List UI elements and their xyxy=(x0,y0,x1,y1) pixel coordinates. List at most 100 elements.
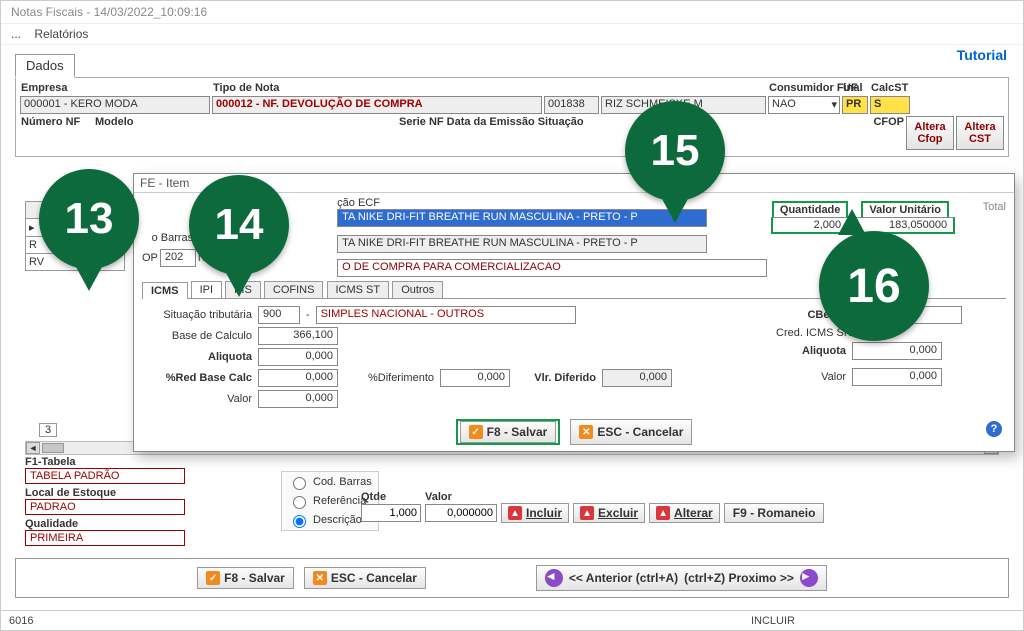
menu-relatorios[interactable]: Relatórios xyxy=(34,27,88,41)
altera-cst-button[interactable]: Altera CST xyxy=(956,116,1004,150)
plus-icon: ▲ xyxy=(508,506,522,520)
sit-code-input[interactable]: 900 xyxy=(258,306,300,324)
incluir-button[interactable]: ▲Incluir xyxy=(501,503,569,523)
romaneio-button[interactable]: F9 - Romaneio xyxy=(724,503,825,523)
base-input[interactable]: 366,100 xyxy=(258,327,338,345)
status-bar: 6016 INCLUIR xyxy=(1,610,1023,630)
menu-bar: ... Relatórios xyxy=(1,24,1023,45)
numnota-spacer xyxy=(544,82,599,96)
valor-input[interactable]: 0,000 xyxy=(258,390,338,408)
tab-row: Dados xyxy=(15,53,1023,77)
qualidade-value[interactable]: PRIMEIRA xyxy=(25,530,185,546)
popup-f8-salvar-button[interactable]: ✓ F8 - Salvar xyxy=(460,421,557,443)
chevron-down-icon: ▾ xyxy=(831,98,837,111)
local-label: Local de Estoque xyxy=(25,487,265,499)
natureza-input[interactable]: O DE COMPRA PARA COMERCIALIZACAO xyxy=(337,259,767,277)
total-label: Total xyxy=(959,201,1006,213)
calcst-label: CalcST xyxy=(870,82,910,96)
aliq2-label: Aliquota xyxy=(776,345,846,357)
cons-value: NAO xyxy=(772,98,796,110)
radio-referencia[interactable]: Referência xyxy=(288,493,372,509)
qtde-label: Qtde xyxy=(361,491,421,503)
dif-label: %Diferimento xyxy=(344,372,434,384)
f1-tabela-value[interactable]: TABELA PADRÃO xyxy=(25,468,185,484)
edit-icon: ▲ xyxy=(656,506,670,520)
valor2-input[interactable]: 0,000 xyxy=(852,368,942,386)
excluir-button[interactable]: ▲Excluir xyxy=(573,503,645,523)
valor2-label: Valor xyxy=(776,371,846,383)
valor-input-lower[interactable] xyxy=(425,504,497,522)
tutorial-link[interactable]: Tutorial xyxy=(957,47,1007,63)
aliq-label: Aliquota xyxy=(142,351,252,363)
numnf-label: Número NF xyxy=(20,116,92,130)
lower-labels: F1-Tabela TABELA PADRÃO Local de Estoque… xyxy=(25,456,265,549)
numnota-input[interactable]: 001838 xyxy=(544,96,599,114)
tipo-label: Tipo de Nota xyxy=(212,82,542,96)
f8-salvar-label: F8 - Salvar xyxy=(224,571,285,585)
qtde-input[interactable] xyxy=(361,504,421,522)
menu-dots[interactable]: ... xyxy=(11,27,21,41)
red-input[interactable]: 0,000 xyxy=(258,369,338,387)
scroll-thumb[interactable] xyxy=(42,443,64,453)
vlrdif-label: Vlr. Diferido xyxy=(516,372,596,384)
check-icon: ✓ xyxy=(206,571,220,585)
app-window: Notas Fiscais - 14/03/2022_10:09:16 ... … xyxy=(0,0,1024,631)
popup-esc-label: ESC - Cancelar xyxy=(597,425,683,439)
grid-row-num: 3 xyxy=(39,423,57,437)
tab-outros[interactable]: Outros xyxy=(392,281,443,298)
minus-icon: ▲ xyxy=(580,506,594,520)
valor-label: Valor xyxy=(142,393,252,405)
help-icon[interactable]: ? xyxy=(986,421,1002,437)
status-left: 6016 xyxy=(9,615,33,627)
empresa-input[interactable]: 000001 - KERO MODA xyxy=(20,96,210,114)
calcst-input[interactable]: S xyxy=(870,96,910,114)
aliq-input[interactable]: 0,000 xyxy=(258,348,338,366)
tab-dados[interactable]: Dados xyxy=(15,54,75,78)
nav-buttons: ◄ << Anterior (ctrl+A) (ctrl+Z) Proximo … xyxy=(536,565,827,591)
f8-salvar-button[interactable]: ✓ F8 - Salvar xyxy=(197,567,294,589)
marker-16: 16 xyxy=(819,231,929,341)
f1-tabela-label: F1-Tabela xyxy=(25,456,265,468)
sit-desc-input[interactable]: SIMPLES NACIONAL - OUTROS xyxy=(316,306,576,324)
tab-ipi[interactable]: IPI xyxy=(191,281,222,298)
tab-icmsst[interactable]: ICMS ST xyxy=(327,281,390,298)
modelo-label: Modelo xyxy=(94,116,194,130)
scroll-left-icon[interactable]: ◄ xyxy=(26,442,40,454)
popup-f8-label: F8 - Salvar xyxy=(487,425,548,439)
tipo-input[interactable]: 000012 - NF. DEVOLUÇÃO DE COMPRA xyxy=(212,96,542,114)
local-value[interactable]: PADRAO xyxy=(25,499,185,515)
check-icon: ✓ xyxy=(469,425,483,439)
cons-select[interactable]: NAO ▾ xyxy=(768,96,840,114)
marker-15: 15 xyxy=(625,101,725,201)
proximo-button[interactable]: (ctrl+Z) Proximo >> xyxy=(684,571,794,585)
cliente-spacer xyxy=(601,82,766,96)
product-select[interactable]: TA NIKE DRI-FIT BREATHE RUN MASCULINA - … xyxy=(337,209,707,227)
x-icon: ✕ xyxy=(313,571,327,585)
bottom-toolbar: ✓ F8 - Salvar ✕ ESC - Cancelar ◄ << Ante… xyxy=(15,558,1009,598)
arrow-left-icon[interactable]: ◄ xyxy=(545,569,563,587)
x-icon: ✕ xyxy=(579,425,593,439)
alterar-button[interactable]: ▲Alterar xyxy=(649,503,720,523)
tab-icms[interactable]: ICMS xyxy=(142,282,188,299)
uf-input[interactable]: PR xyxy=(842,96,868,114)
esc-cancelar-button[interactable]: ✕ ESC - Cancelar xyxy=(304,567,426,589)
base-label: Base de Calculo xyxy=(142,330,252,342)
tab-cofins[interactable]: COFINS xyxy=(264,281,324,298)
popup-esc-cancelar-button[interactable]: ✕ ESC - Cancelar xyxy=(570,419,692,445)
radio-codbarras[interactable]: Cod. Barras xyxy=(288,474,372,490)
status-right: INCLUIR xyxy=(751,615,795,627)
situacao-label: Situação xyxy=(537,116,597,130)
radio-descricao[interactable]: Descrição xyxy=(288,512,372,528)
valor-unitario-label: Valor Unitário xyxy=(861,201,949,217)
esc-cancelar-label: ESC - Cancelar xyxy=(331,571,417,585)
red-label: %Red Base Calc xyxy=(142,372,252,384)
dif-input[interactable]: 0,000 xyxy=(440,369,510,387)
arrow-right-icon[interactable]: ► xyxy=(800,569,818,587)
window-title: Notas Fiscais - 14/03/2022_10:09:16 xyxy=(1,1,1023,24)
qtde-valor-block: Qtde Valor ▲Incluir ▲Excluir ▲Alterar F9… xyxy=(361,491,824,523)
vlrdif-input: 0,000 xyxy=(602,369,672,387)
aliq2-input[interactable]: 0,000 xyxy=(852,342,942,360)
anterior-button[interactable]: << Anterior (ctrl+A) xyxy=(569,571,678,585)
altera-cfop-button[interactable]: Altera Cfop xyxy=(906,116,954,150)
uf-label: UF xyxy=(842,82,868,96)
